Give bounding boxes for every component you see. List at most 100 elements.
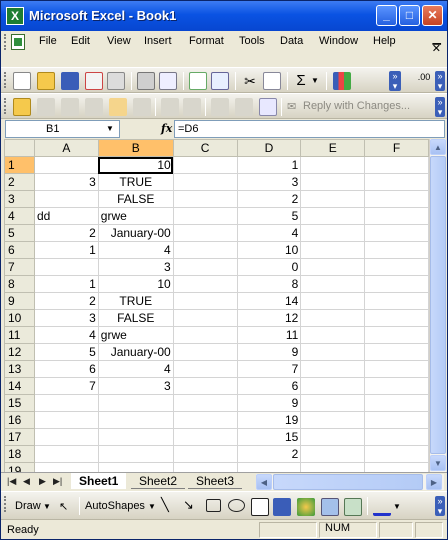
diagram-icon[interactable] bbox=[297, 498, 315, 516]
copy-icon[interactable] bbox=[263, 72, 281, 90]
cell-b14[interactable]: 3 bbox=[97, 377, 174, 395]
cell-f10[interactable] bbox=[364, 309, 429, 327]
cell-f9[interactable] bbox=[364, 292, 429, 310]
toolbar-grip[interactable] bbox=[4, 496, 7, 512]
cell-e18[interactable] bbox=[300, 445, 366, 463]
cell-c4[interactable] bbox=[172, 207, 238, 225]
cell-c18[interactable] bbox=[172, 445, 238, 463]
toolbar-options-chevron-icon[interactable]: » ▾ bbox=[389, 71, 401, 91]
menu-file[interactable]: File bbox=[39, 35, 57, 47]
insert-function-icon[interactable]: fx bbox=[161, 122, 172, 135]
cell-e6[interactable] bbox=[300, 241, 366, 259]
cell-f2[interactable] bbox=[364, 173, 429, 191]
cell-c1[interactable] bbox=[172, 156, 238, 174]
cell-d9[interactable]: 14 bbox=[236, 292, 302, 310]
workbook-icon[interactable] bbox=[11, 34, 25, 50]
excel-app-icon[interactable]: X bbox=[6, 7, 24, 25]
cell-c2[interactable] bbox=[172, 173, 238, 191]
cell-a11[interactable]: 4 bbox=[33, 326, 99, 344]
column-header-a[interactable]: A bbox=[33, 139, 99, 157]
previous-comment-icon[interactable] bbox=[37, 98, 55, 116]
cell-e4[interactable] bbox=[300, 207, 366, 225]
cell-b7[interactable]: 3 bbox=[97, 258, 174, 276]
cell-f1[interactable] bbox=[364, 156, 429, 174]
open-icon[interactable] bbox=[37, 72, 55, 90]
cell-c9[interactable] bbox=[172, 292, 238, 310]
protect-sheet-icon[interactable] bbox=[211, 98, 229, 116]
cell-e14[interactable] bbox=[300, 377, 366, 395]
show-all-comments-icon[interactable] bbox=[109, 98, 127, 116]
cell-f17[interactable] bbox=[364, 428, 429, 446]
cell-a7[interactable] bbox=[33, 258, 99, 276]
cell-a6[interactable]: 1 bbox=[33, 241, 99, 259]
row-header[interactable]: 3 bbox=[4, 190, 35, 208]
autoshapes-dropdown-icon[interactable]: ▼ bbox=[148, 502, 156, 511]
cell-a19[interactable] bbox=[33, 462, 99, 472]
row-header[interactable]: 16 bbox=[4, 411, 35, 429]
sheet-tab-sheet2[interactable]: Sheet2 bbox=[131, 473, 186, 489]
cell-b6[interactable]: 4 bbox=[97, 241, 174, 259]
cell-c5[interactable] bbox=[172, 224, 238, 242]
menu-format[interactable]: Format bbox=[189, 35, 224, 47]
scroll-down-button[interactable]: ▼ bbox=[430, 455, 446, 471]
comment-icon[interactable] bbox=[13, 98, 31, 116]
cell-e7[interactable] bbox=[300, 258, 366, 276]
new-icon[interactable] bbox=[13, 72, 31, 90]
cell-e2[interactable] bbox=[300, 173, 366, 191]
cell-e10[interactable] bbox=[300, 309, 366, 327]
print-preview-icon[interactable] bbox=[159, 72, 177, 90]
cell-d6[interactable]: 10 bbox=[236, 241, 302, 259]
cell-d8[interactable]: 8 bbox=[236, 275, 302, 293]
cell-e15[interactable] bbox=[300, 394, 366, 412]
line-icon[interactable]: ╲ bbox=[161, 497, 169, 513]
cell-a4[interactable]: dd bbox=[33, 207, 99, 225]
scroll-up-button[interactable]: ▲ bbox=[430, 139, 446, 155]
cell-b8[interactable]: 10 bbox=[97, 275, 174, 293]
cell-f14[interactable] bbox=[364, 377, 429, 395]
horizontal-scroll-thumb[interactable] bbox=[273, 474, 423, 490]
line-color-icon[interactable] bbox=[373, 498, 391, 516]
toolbar-options-chevron-icon-4[interactable]: » ▾ bbox=[435, 496, 445, 516]
worksheet-table[interactable]: A B C D E F 1 10 1 2 3 TRUE 3 3 FALSE 2 4 dd grwe 5 5 2… bbox=[4, 139, 429, 472]
toolbar-grip[interactable] bbox=[4, 98, 7, 114]
row-header[interactable]: 15 bbox=[4, 394, 35, 412]
cell-c8[interactable] bbox=[172, 275, 238, 293]
draw-menu-button[interactable]: Draw bbox=[15, 500, 41, 512]
email-icon[interactable] bbox=[107, 72, 125, 90]
cell-b18[interactable] bbox=[97, 445, 174, 463]
track-changes-icon[interactable] bbox=[161, 98, 179, 116]
save-icon[interactable] bbox=[61, 72, 79, 90]
cell-f12[interactable] bbox=[364, 343, 429, 361]
cell-b3[interactable]: FALSE bbox=[97, 190, 174, 208]
cell-d18[interactable]: 2 bbox=[236, 445, 302, 463]
clip-art-icon[interactable] bbox=[321, 498, 339, 516]
cell-e9[interactable] bbox=[300, 292, 366, 310]
cell-d14[interactable]: 6 bbox=[236, 377, 302, 395]
cell-f18[interactable] bbox=[364, 445, 429, 463]
row-header[interactable]: 12 bbox=[4, 343, 35, 361]
cell-a15[interactable] bbox=[33, 394, 99, 412]
name-box-dropdown-icon[interactable]: ▼ bbox=[103, 122, 117, 136]
cell-a5[interactable]: 2 bbox=[33, 224, 99, 242]
sheet-tab-sheet3[interactable]: Sheet3 bbox=[188, 473, 243, 489]
cell-d1[interactable]: 1 bbox=[236, 156, 302, 174]
print-icon[interactable] bbox=[137, 72, 155, 90]
share-workbook-icon[interactable] bbox=[235, 98, 253, 116]
cell-e17[interactable] bbox=[300, 428, 366, 446]
cell-b16[interactable] bbox=[97, 411, 174, 429]
cell-b12[interactable]: January-00 bbox=[97, 343, 174, 361]
cell-c13[interactable] bbox=[172, 360, 238, 378]
doc-close-icon[interactable]: ✕ bbox=[432, 42, 441, 55]
text-box-icon[interactable] bbox=[251, 498, 269, 516]
cell-a8[interactable]: 1 bbox=[33, 275, 99, 293]
cell-d13[interactable]: 7 bbox=[236, 360, 302, 378]
column-header-e[interactable]: E bbox=[300, 139, 366, 157]
cell-c12[interactable] bbox=[172, 343, 238, 361]
first-sheet-icon[interactable]: |◀ bbox=[7, 476, 16, 487]
cell-d4[interactable]: 5 bbox=[236, 207, 302, 225]
row-header[interactable]: 17 bbox=[4, 428, 35, 446]
ink-annotations-icon[interactable] bbox=[259, 98, 277, 116]
select-all-corner[interactable] bbox=[4, 139, 35, 157]
permission-icon[interactable] bbox=[85, 72, 103, 90]
next-sheet-icon[interactable]: ▶ bbox=[39, 476, 46, 487]
